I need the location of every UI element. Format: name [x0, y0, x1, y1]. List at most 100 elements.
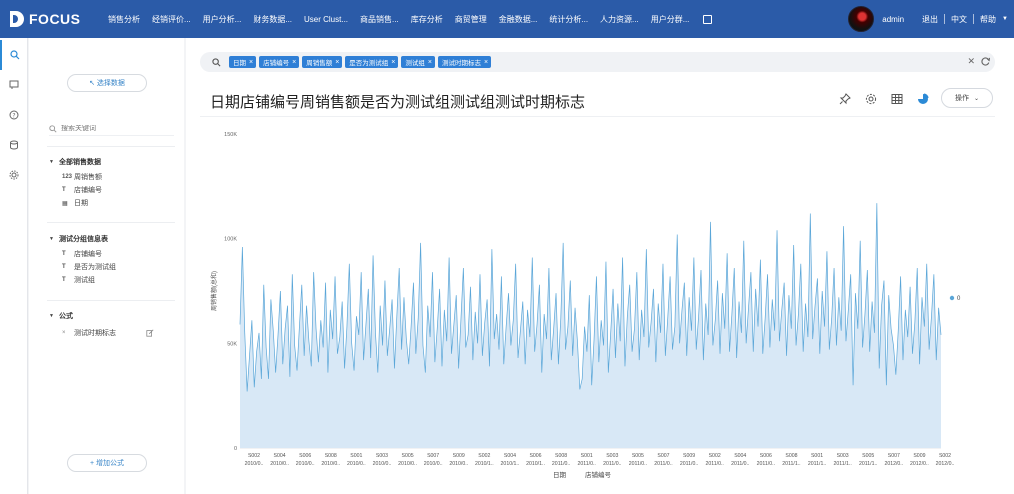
x-tick-label: S002 — [248, 453, 260, 459]
operate-button[interactable]: 操作 ⌄ — [941, 88, 993, 108]
top-nav: FOCUS 销售分析 经销评价... 用户分析... 财务数据... User Clus… — [0, 0, 1014, 38]
x-tick-label: S005 — [862, 453, 874, 459]
x-tick-label: S006 — [760, 453, 772, 459]
table-icon — [891, 94, 903, 104]
gear-icon — [865, 93, 877, 105]
text-type-icon: T — [62, 251, 66, 257]
filter-tag[interactable]: 日期 × — [229, 56, 257, 68]
x-tick-label: S004 — [504, 453, 516, 459]
x-tick-label: 2011/0.. — [629, 461, 647, 467]
x-tick-label: 2010/0.. — [296, 461, 315, 467]
rail-comment[interactable] — [0, 70, 28, 100]
settings-button[interactable] — [858, 90, 884, 108]
table-view-button[interactable] — [884, 90, 910, 108]
nav-item[interactable]: 库存分析 — [405, 14, 449, 25]
field-item[interactable]: T 测试组 — [62, 275, 95, 285]
edit-icon[interactable] — [146, 329, 154, 337]
x-tick-label: 2011/0.. — [757, 461, 775, 467]
nav-item[interactable]: 财务数据... — [247, 14, 298, 25]
field-search-input[interactable] — [61, 125, 161, 132]
nav-item[interactable]: 商贸管理 — [449, 14, 493, 25]
x-tick-label: S003 — [376, 453, 388, 459]
x-tick-label: S006 — [529, 453, 541, 459]
nav-menu: 销售分析 经销评价... 用户分析... 财务数据... User Clust... 商品… — [102, 0, 695, 38]
x-tick-label: 2011/0.. — [578, 461, 596, 467]
rail-database[interactable] — [0, 130, 28, 160]
database-icon — [10, 140, 18, 150]
x-tick-label: S001 — [350, 453, 362, 459]
remove-tag-icon[interactable]: × — [484, 59, 488, 66]
brand-logo[interactable]: FOCUS — [10, 11, 102, 27]
nav-item[interactable]: 经销评价... — [146, 14, 197, 25]
remove-tag-icon[interactable]: × — [335, 59, 339, 66]
x-tick-label: S002 — [709, 453, 721, 459]
divider — [200, 116, 995, 117]
x-tick-label: S008 — [325, 453, 337, 459]
x-tick-label: 2011/0.. — [680, 461, 698, 467]
group-title[interactable]: ▼ 测试分组信息表 — [49, 234, 108, 244]
group-title[interactable]: ▼ 全部销售数据 — [49, 157, 101, 167]
remove-tag-icon[interactable]: × — [428, 59, 432, 66]
x-tick-label: 2011/1.. — [808, 461, 826, 467]
group-title[interactable]: ▼ 公式 — [49, 311, 73, 321]
filter-tag[interactable]: 店铺编号 × — [259, 56, 300, 68]
x-tick-label: 2010/0.. — [373, 461, 392, 467]
search-icon — [212, 57, 221, 66]
nav-item[interactable]: 用户分群... — [645, 14, 696, 25]
rail-search[interactable] — [0, 40, 28, 70]
field-item[interactable]: ▦ 日期 — [62, 198, 88, 208]
chevron-down-icon[interactable]: ▼ — [1002, 16, 1008, 22]
pin-button[interactable] — [832, 90, 858, 108]
remove-tag-icon[interactable]: × — [292, 59, 296, 66]
filter-tag[interactable]: 周销售额 × — [302, 56, 343, 68]
search-filter-bar[interactable]: 日期 × 店铺编号 × 周销售额 × 是否为测试组 × 测试组 × 测试时期标志 × ✕ — [200, 52, 995, 72]
nav-item[interactable]: 人力资源... — [594, 14, 645, 25]
edit-icon[interactable] — [703, 14, 713, 24]
remove-tag-icon[interactable]: × — [249, 59, 253, 66]
add-formula-button[interactable]: + 增加公式 — [67, 454, 147, 472]
nav-item[interactable]: 统计分析... — [543, 14, 594, 25]
caret-down-icon: ▼ — [49, 313, 54, 319]
help-link[interactable]: 帮助 — [974, 14, 1002, 25]
rail-help[interactable]: ? — [0, 100, 28, 130]
nav-item[interactable]: 销售分析 — [102, 14, 146, 25]
x-tick-label: S002 — [939, 453, 951, 459]
x-tick-label: S008 — [785, 453, 797, 459]
chart-type-button[interactable] — [910, 90, 936, 108]
x-tick-label: 2011/0.. — [552, 461, 570, 467]
field-item[interactable]: × 测试时期标志 — [62, 328, 116, 338]
nav-item[interactable]: 用户分析... — [197, 14, 248, 25]
nav-item[interactable]: 金融数据... — [493, 14, 544, 25]
filter-tag[interactable]: 测试组 × — [401, 56, 435, 68]
filter-tags: 日期 × 店铺编号 × 周销售额 × 是否为测试组 × 测试组 × 测试时期标志 × — [229, 56, 494, 68]
x-tick-label: 2011/1.. — [833, 461, 851, 467]
clear-icon[interactable]: ✕ — [967, 56, 975, 67]
avatar[interactable] — [848, 6, 875, 32]
refresh-icon[interactable] — [980, 56, 991, 67]
x-tick-label: S005 — [401, 453, 413, 459]
field-item[interactable]: T 店铺编号 — [62, 185, 102, 195]
x-tick-label: S001 — [581, 453, 593, 459]
calendar-icon: ▦ — [62, 200, 68, 207]
search-icon — [49, 124, 57, 133]
field-item[interactable]: T 是否为测试组 — [62, 262, 116, 272]
rail-settings[interactable] — [0, 160, 28, 190]
filter-tag[interactable]: 测试时期标志 × — [437, 56, 492, 68]
select-data-button[interactable]: ↖ 选择数据 — [67, 74, 147, 92]
x-tick-label: S003 — [837, 453, 849, 459]
text-type-icon: T — [62, 277, 66, 283]
nav-item[interactable]: 商品销售... — [354, 14, 405, 25]
text-type-icon: T — [62, 264, 66, 270]
help-icon: ? — [9, 110, 19, 120]
remove-tag-icon[interactable]: × — [391, 59, 395, 66]
x-tick-label: 2011/0.. — [654, 461, 672, 467]
username[interactable]: admin — [882, 15, 904, 24]
field-item[interactable]: 123 周销售额 — [62, 172, 102, 182]
main-area: 日期 × 店铺编号 × 周销售额 × 是否为测试组 × 测试组 × 测试时期标志 × ✕ 日期店铺编号… — [186, 38, 1014, 494]
x-tick-label: 2011/0.. — [731, 461, 749, 467]
field-item[interactable]: T 店铺编号 — [62, 249, 102, 259]
nav-item[interactable]: User Clust... — [298, 15, 354, 24]
language-link[interactable]: 中文 — [945, 14, 973, 25]
filter-tag[interactable]: 是否为测试组 × — [345, 56, 399, 68]
logout-link[interactable]: 退出 — [916, 14, 944, 25]
